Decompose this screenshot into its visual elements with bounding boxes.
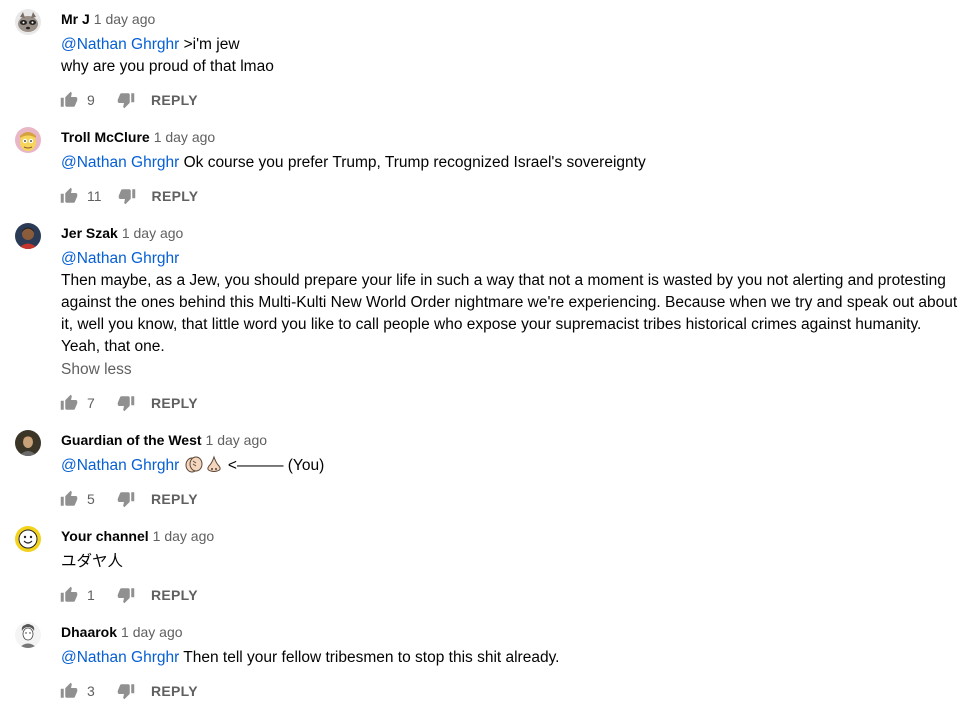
- comment-text: @Nathan Ghrghr <——— (You): [61, 455, 961, 477]
- comment-header: Your channel 1 day ago: [61, 526, 214, 546]
- comment-text: @Nathan Ghrghr >i'm jew why are you prou…: [61, 34, 961, 78]
- thumbs-up-icon[interactable]: [60, 586, 78, 604]
- comment-first-line: <——— (You): [227, 457, 325, 474]
- clapping-hands-icon: [185, 456, 203, 473]
- avatar[interactable]: [15, 9, 41, 35]
- avatar[interactable]: [15, 622, 41, 648]
- mention-link[interactable]: @Nathan Ghrghr: [61, 36, 179, 53]
- show-less-button[interactable]: Show less: [61, 361, 132, 379]
- thumbs-up-icon[interactable]: [60, 91, 78, 109]
- like-count: 9: [87, 92, 95, 108]
- comment-actions: 1 REPLY: [60, 585, 198, 605]
- avatar[interactable]: [15, 127, 41, 153]
- reply-button[interactable]: REPLY: [151, 395, 198, 411]
- reply-button[interactable]: REPLY: [152, 188, 199, 204]
- mention-link[interactable]: @Nathan Ghrghr: [61, 649, 179, 666]
- comment-text: @Nathan Ghrghr Then tell your fellow tri…: [61, 647, 961, 669]
- thumbs-up-icon[interactable]: [60, 682, 78, 700]
- thumbs-down-icon[interactable]: [117, 490, 135, 508]
- reply-button[interactable]: REPLY: [151, 92, 198, 108]
- author-name[interactable]: Your channel: [61, 528, 149, 544]
- author-name[interactable]: Mr J: [61, 11, 90, 27]
- author-name[interactable]: Jer Szak: [61, 225, 118, 241]
- author-name[interactable]: Guardian of the West: [61, 432, 202, 448]
- mention-link[interactable]: @Nathan Ghrghr: [61, 457, 179, 474]
- portrait-avatar-icon: [15, 430, 41, 456]
- thumbs-down-icon[interactable]: [117, 586, 135, 604]
- comment-text: @Nathan Ghrghr Ok course you prefer Trum…: [61, 152, 961, 174]
- comment-header: Guardian of the West 1 day ago: [61, 430, 267, 450]
- like-count: 1: [87, 587, 95, 603]
- comment-actions: 7 REPLY: [60, 393, 198, 413]
- mention-link[interactable]: @Nathan Ghrghr: [61, 250, 179, 267]
- timestamp[interactable]: 1 day ago: [122, 225, 184, 241]
- comment-first-line: Ok course you prefer Trump, Trump recogn…: [183, 154, 646, 171]
- comment-actions: 3 REPLY: [60, 681, 198, 701]
- comment-actions: 9 REPLY: [60, 90, 198, 110]
- timestamp[interactable]: 1 day ago: [206, 432, 268, 448]
- nose-icon: [206, 455, 221, 472]
- thumbs-down-icon[interactable]: [117, 682, 135, 700]
- thumbs-down-icon[interactable]: [117, 91, 135, 109]
- thumbs-down-icon[interactable]: [117, 394, 135, 412]
- thumbs-up-icon[interactable]: [60, 394, 78, 412]
- mention-link[interactable]: @Nathan Ghrghr: [61, 154, 179, 171]
- avatar[interactable]: [15, 526, 41, 552]
- author-name[interactable]: Troll McClure: [61, 129, 150, 145]
- like-count: 3: [87, 683, 95, 699]
- comment-first-line: Then tell your fellow tribesmen to stop …: [183, 649, 560, 666]
- comment-header: Dhaarok 1 day ago: [61, 622, 183, 642]
- comment-body: ユダヤ人: [61, 553, 124, 570]
- timestamp[interactable]: 1 day ago: [94, 11, 156, 27]
- comment-actions: 11 REPLY: [60, 186, 198, 206]
- comment-text: @Nathan Ghrghr Then maybe, as a Jew, you…: [61, 248, 961, 358]
- photo-avatar-icon: [15, 223, 41, 249]
- reply-button[interactable]: REPLY: [151, 587, 198, 603]
- like-count: 11: [87, 188, 102, 204]
- comment-body: why are you proud of that lmao: [61, 58, 274, 75]
- comment-header: Mr J1 day ago: [61, 9, 155, 29]
- comment-header: Jer Szak 1 day ago: [61, 223, 183, 243]
- sketch-avatar-icon: [15, 622, 41, 648]
- comment-header: Troll McClure 1 day ago: [61, 127, 215, 147]
- comment-text: ユダヤ人: [61, 551, 961, 573]
- like-count: 5: [87, 491, 95, 507]
- author-name[interactable]: Dhaarok: [61, 624, 117, 640]
- timestamp[interactable]: 1 day ago: [153, 528, 215, 544]
- like-count: 7: [87, 395, 95, 411]
- comment-first-line: >i'm jew: [183, 36, 240, 53]
- comment-body: Then maybe, as a Jew, you should prepare…: [61, 272, 958, 355]
- cartoon-avatar-icon: [15, 127, 41, 153]
- reply-button[interactable]: REPLY: [151, 683, 198, 699]
- raccoon-avatar-icon: [15, 9, 41, 35]
- thumbs-up-icon[interactable]: [60, 490, 78, 508]
- timestamp[interactable]: 1 day ago: [121, 624, 183, 640]
- smiley-avatar-icon: [15, 526, 41, 552]
- comment-actions: 5 REPLY: [60, 489, 198, 509]
- reply-button[interactable]: REPLY: [151, 491, 198, 507]
- thumbs-up-icon[interactable]: [60, 187, 78, 205]
- avatar[interactable]: [15, 430, 41, 456]
- timestamp[interactable]: 1 day ago: [154, 129, 216, 145]
- thumbs-down-icon[interactable]: [118, 187, 136, 205]
- avatar[interactable]: [15, 223, 41, 249]
